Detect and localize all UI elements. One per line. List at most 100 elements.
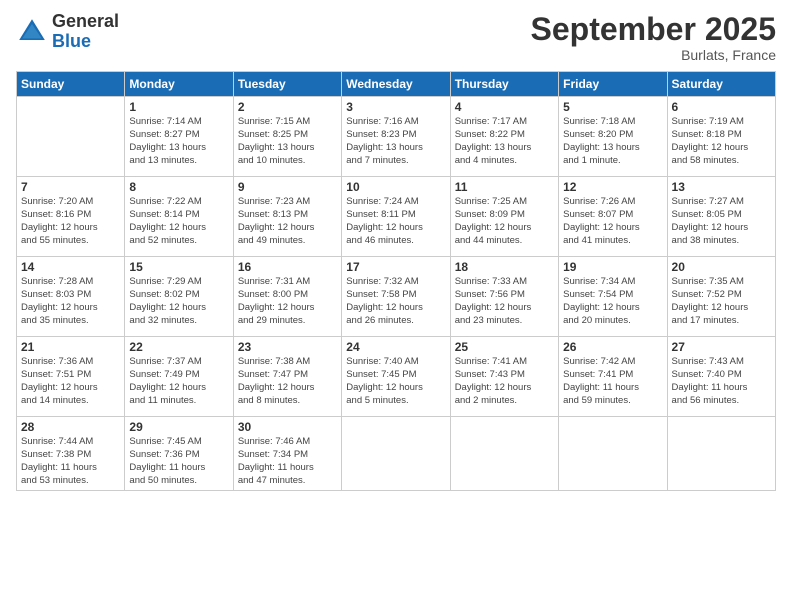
calendar-cell: 29 Sunrise: 7:45 AMSunset: 7:36 PMDayligh… [125,417,233,491]
day-number: 1 [129,100,228,114]
page: General Blue September 2025 Burlats, Fra… [0,0,792,612]
calendar-cell: 30 Sunrise: 7:46 AMSunset: 7:34 PMDayligh… [233,417,341,491]
day-info: Sunrise: 7:22 AMSunset: 8:14 PMDaylight:… [129,196,228,247]
calendar-week-row: 14 Sunrise: 7:28 AMSunset: 8:03 PMDayligh… [17,257,776,337]
day-info: Sunrise: 7:46 AMSunset: 7:34 PMDaylight:… [238,436,337,487]
calendar-cell [450,417,558,491]
day-info: Sunrise: 7:42 AMSunset: 7:41 PMDaylight:… [563,356,662,407]
day-number: 27 [672,340,771,354]
calendar-week-row: 28 Sunrise: 7:44 AMSunset: 7:38 PMDayligh… [17,417,776,491]
day-info: Sunrise: 7:23 AMSunset: 8:13 PMDaylight:… [238,196,337,247]
calendar-cell: 17 Sunrise: 7:32 AMSunset: 7:58 PMDayligh… [342,257,450,337]
day-info: Sunrise: 7:15 AMSunset: 8:25 PMDaylight:… [238,116,337,167]
day-number: 23 [238,340,337,354]
calendar-cell: 20Sunrise: 7:35 AMSunset: 7:52 PMDayligh… [667,257,775,337]
calendar-cell: 5 Sunrise: 7:18 AMSunset: 8:20 PMDaylight… [559,97,667,177]
calendar-cell [559,417,667,491]
calendar-cell: 23 Sunrise: 7:38 AMSunset: 7:47 PMDayligh… [233,337,341,417]
calendar-week-row: 1Sunrise: 7:14 AMSunset: 8:27 PMDaylight… [17,97,776,177]
day-info: Sunrise: 7:26 AMSunset: 8:07 PMDaylight:… [563,196,662,247]
calendar-cell: 16 Sunrise: 7:31 AMSunset: 8:00 PMDayligh… [233,257,341,337]
day-number: 2 [238,100,337,114]
calendar-cell: 25 Sunrise: 7:41 AMSunset: 7:43 PMDayligh… [450,337,558,417]
day-number: 11 [455,180,554,194]
calendar-cell [17,97,125,177]
day-info: Sunrise: 7:38 AMSunset: 7:47 PMDaylight:… [238,356,337,407]
day-info: Sunrise: 7:29 AMSunset: 8:02 PMDaylight:… [129,276,228,327]
day-number: 13 [672,180,771,194]
day-number: 3 [346,100,445,114]
location: Burlats, France [531,47,776,63]
day-number: 6 [672,100,771,114]
calendar-cell [667,417,775,491]
header: General Blue September 2025 Burlats, Fra… [16,12,776,63]
day-number: 18 [455,260,554,274]
day-info: Sunrise: 7:16 AMSunset: 8:23 PMDaylight:… [346,116,445,167]
calendar-cell: 4Sunrise: 7:17 AMSunset: 8:22 PMDaylight… [450,97,558,177]
calendar-header-friday: Friday [559,72,667,97]
calendar-cell: 13 Sunrise: 7:27 AMSunset: 8:05 PMDayligh… [667,177,775,257]
day-number: 25 [455,340,554,354]
calendar-header-wednesday: Wednesday [342,72,450,97]
day-info: Sunrise: 7:44 AMSunset: 7:38 PMDaylight:… [21,436,120,487]
day-number: 19 [563,260,662,274]
calendar-cell: 1Sunrise: 7:14 AMSunset: 8:27 PMDaylight… [125,97,233,177]
day-number: 5 [563,100,662,114]
calendar-cell: 18Sunrise: 7:33 AMSunset: 7:56 PMDayligh… [450,257,558,337]
calendar-cell: 22 Sunrise: 7:37 AMSunset: 7:49 PMDayligh… [125,337,233,417]
calendar: SundayMondayTuesdayWednesdayThursdayFrid… [16,71,776,491]
logo-general: General [52,12,119,32]
calendar-cell: 7Sunrise: 7:20 AMSunset: 8:16 PMDaylight… [17,177,125,257]
logo-blue: Blue [52,32,119,52]
day-info: Sunrise: 7:24 AMSunset: 8:11 PMDaylight:… [346,196,445,247]
day-info: Sunrise: 7:25 AMSunset: 8:09 PMDaylight:… [455,196,554,247]
day-number: 29 [129,420,228,434]
day-number: 15 [129,260,228,274]
calendar-cell: 28 Sunrise: 7:44 AMSunset: 7:38 PMDayligh… [17,417,125,491]
logo-icon [16,16,48,48]
day-info: Sunrise: 7:34 AMSunset: 7:54 PMDaylight:… [563,276,662,327]
calendar-header-monday: Monday [125,72,233,97]
day-info: Sunrise: 7:45 AMSunset: 7:36 PMDaylight:… [129,436,228,487]
calendar-cell: 9 Sunrise: 7:23 AMSunset: 8:13 PMDaylight… [233,177,341,257]
calendar-header-sunday: Sunday [17,72,125,97]
calendar-cell: 8 Sunrise: 7:22 AMSunset: 8:14 PMDaylight… [125,177,233,257]
calendar-week-row: 21Sunrise: 7:36 AMSunset: 7:51 PMDayligh… [17,337,776,417]
calendar-cell: 11 Sunrise: 7:25 AMSunset: 8:09 PMDayligh… [450,177,558,257]
calendar-week-row: 7Sunrise: 7:20 AMSunset: 8:16 PMDaylight… [17,177,776,257]
day-info: Sunrise: 7:18 AMSunset: 8:20 PMDaylight:… [563,116,662,167]
day-info: Sunrise: 7:37 AMSunset: 7:49 PMDaylight:… [129,356,228,407]
day-info: Sunrise: 7:41 AMSunset: 7:43 PMDaylight:… [455,356,554,407]
calendar-header-row: SundayMondayTuesdayWednesdayThursdayFrid… [17,72,776,97]
calendar-cell: 3 Sunrise: 7:16 AMSunset: 8:23 PMDaylight… [342,97,450,177]
calendar-cell: 19 Sunrise: 7:34 AMSunset: 7:54 PMDayligh… [559,257,667,337]
day-number: 30 [238,420,337,434]
day-number: 10 [346,180,445,194]
day-info: Sunrise: 7:36 AMSunset: 7:51 PMDaylight:… [21,356,120,407]
calendar-cell: 27Sunrise: 7:43 AMSunset: 7:40 PMDayligh… [667,337,775,417]
month-title: September 2025 [531,12,776,47]
calendar-cell: 2 Sunrise: 7:15 AMSunset: 8:25 PMDaylight… [233,97,341,177]
day-info: Sunrise: 7:19 AMSunset: 8:18 PMDaylight:… [672,116,771,167]
day-number: 17 [346,260,445,274]
calendar-cell: 10 Sunrise: 7:24 AMSunset: 8:11 PMDayligh… [342,177,450,257]
calendar-header-thursday: Thursday [450,72,558,97]
day-info: Sunrise: 7:28 AMSunset: 8:03 PMDaylight:… [21,276,120,327]
logo-text: General Blue [52,12,119,52]
day-info: Sunrise: 7:31 AMSunset: 8:00 PMDaylight:… [238,276,337,327]
day-number: 26 [563,340,662,354]
day-number: 28 [21,420,120,434]
day-info: Sunrise: 7:27 AMSunset: 8:05 PMDaylight:… [672,196,771,247]
calendar-header-tuesday: Tuesday [233,72,341,97]
day-number: 7 [21,180,120,194]
day-number: 20 [672,260,771,274]
calendar-cell [342,417,450,491]
day-number: 24 [346,340,445,354]
day-number: 12 [563,180,662,194]
day-number: 14 [21,260,120,274]
day-info: Sunrise: 7:32 AMSunset: 7:58 PMDaylight:… [346,276,445,327]
day-number: 8 [129,180,228,194]
day-number: 22 [129,340,228,354]
day-number: 16 [238,260,337,274]
day-number: 9 [238,180,337,194]
